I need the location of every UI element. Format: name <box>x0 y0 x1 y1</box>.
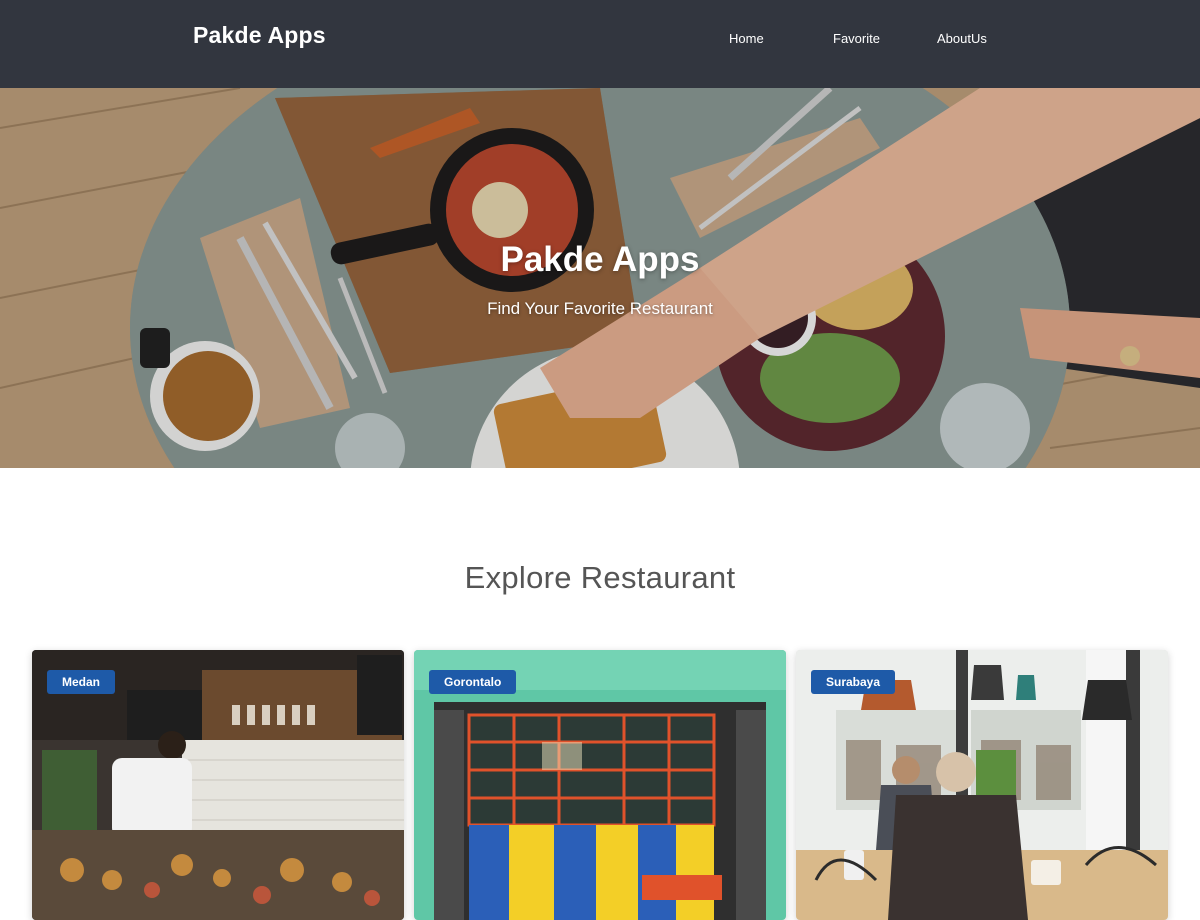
explore-title: Explore Restaurant <box>464 560 736 595</box>
restaurant-card[interactable]: Surabaya <box>796 650 1168 920</box>
restaurant-card[interactable]: Medan <box>32 650 404 920</box>
hero-subtitle: Find Your Favorite Restaurant <box>487 299 713 318</box>
city-badge: Medan <box>47 670 116 694</box>
city-badge: Surabaya <box>811 670 896 694</box>
main-nav: Home Favorite AboutUs <box>0 31 1200 51</box>
nav-home-link[interactable]: Home <box>729 31 764 46</box>
city-badge: Gorontalo <box>429 670 517 694</box>
restaurant-card[interactable]: Gorontalo <box>414 650 786 920</box>
hero-title: Pakde Apps <box>500 240 700 279</box>
hero-banner: Pakde Apps Find Your Favorite Restaurant <box>0 88 1200 468</box>
app-header: Pakde Apps Home Favorite AboutUs <box>0 0 1200 88</box>
nav-about-link[interactable]: AboutUs <box>937 31 987 46</box>
nav-favorite-link[interactable]: Favorite <box>833 31 880 46</box>
